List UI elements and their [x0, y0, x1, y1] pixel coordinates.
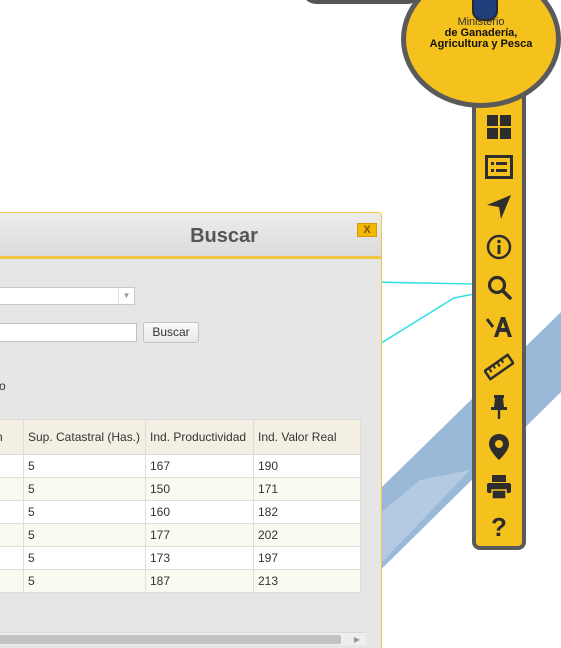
results-table: n Sup. Catastral (Has.) Ind. Productivid… — [0, 419, 361, 593]
info-button[interactable] — [476, 230, 522, 264]
table-cell: 5 — [23, 477, 146, 501]
text-annotation-icon — [485, 317, 512, 337]
help-button[interactable]: ? — [476, 510, 522, 544]
table-row[interactable]: 5 160 182 — [0, 500, 361, 524]
navigate-arrow-icon — [487, 195, 511, 219]
table-cell: 167 — [145, 454, 254, 478]
column-header[interactable]: Sup. Catastral (Has.) — [23, 419, 146, 455]
chevron-right-icon[interactable]: ▶ — [354, 633, 360, 646]
table-cell: 177 — [145, 523, 254, 547]
map-road-line — [369, 281, 475, 285]
search-submit-button[interactable]: Buscar — [143, 322, 199, 343]
table-cell: 5 — [23, 523, 146, 547]
map-road-line — [369, 293, 475, 351]
measure-button[interactable] — [476, 350, 522, 384]
navigate-button[interactable] — [476, 190, 522, 224]
table-cell — [0, 477, 24, 501]
table-row[interactable]: 5 187 213 — [0, 569, 361, 593]
horizontal-scrollbar[interactable]: ▶ — [0, 632, 366, 645]
list-button[interactable] — [476, 150, 522, 184]
table-cell — [0, 569, 24, 593]
ruler-icon — [484, 353, 514, 381]
column-header[interactable]: n — [0, 419, 24, 455]
text-tool-button[interactable] — [476, 310, 522, 344]
table-row[interactable]: 5 177 202 — [0, 523, 361, 547]
print-button[interactable] — [476, 470, 522, 504]
logo-line-3: Agricultura y Pesca — [429, 38, 533, 50]
table-row[interactable]: 5 167 190 — [0, 454, 361, 478]
search-input[interactable] — [0, 323, 137, 342]
list-icon — [485, 155, 513, 179]
search-dialog: Buscar X ▼ Buscar o n Sup. Catastral (Ha… — [0, 212, 382, 648]
top-bar-edge — [302, 0, 422, 4]
pin-icon — [491, 395, 507, 419]
table-cell: 202 — [253, 523, 361, 547]
table-cell: 150 — [145, 477, 254, 501]
table-cell: 171 — [253, 477, 361, 501]
table-cell: 187 — [145, 569, 254, 593]
table-cell: 213 — [253, 569, 361, 593]
dialog-header[interactable]: Buscar X — [0, 213, 381, 259]
column-header[interactable]: Ind. Valor Real — [253, 419, 361, 455]
option-label-fragment: o — [0, 379, 6, 393]
table-cell — [0, 546, 24, 570]
help-icon: ? — [491, 512, 507, 542]
close-button[interactable]: X — [357, 223, 377, 237]
table-cell — [0, 523, 24, 547]
table-row[interactable]: 5 150 171 — [0, 477, 361, 501]
pin-button[interactable] — [476, 390, 522, 424]
print-icon — [487, 475, 511, 500]
search-button[interactable] — [476, 270, 522, 304]
chevron-down-icon: ▼ — [118, 288, 134, 304]
table-cell: 197 — [253, 546, 361, 570]
table-cell — [0, 454, 24, 478]
table-cell: 173 — [145, 546, 254, 570]
info-icon — [486, 234, 512, 260]
table-cell: 5 — [23, 500, 146, 524]
grid-button[interactable] — [476, 110, 522, 144]
table-header-row: n Sup. Catastral (Has.) Ind. Productivid… — [0, 419, 361, 455]
table-row[interactable]: 5 173 197 — [0, 546, 361, 570]
grid-icon — [487, 115, 511, 139]
column-header[interactable]: Ind. Productividad — [145, 419, 254, 455]
table-cell: 160 — [145, 500, 254, 524]
scrollbar-thumb[interactable] — [0, 635, 341, 644]
location-button[interactable] — [476, 430, 522, 464]
search-select[interactable]: ▼ — [0, 287, 135, 305]
table-cell: 190 — [253, 454, 361, 478]
table-cell: 5 — [23, 546, 146, 570]
table-cell: 5 — [23, 454, 146, 478]
search-icon — [487, 275, 512, 300]
table-cell: 5 — [23, 569, 146, 593]
dialog-title: Buscar — [190, 225, 258, 247]
table-cell — [0, 500, 24, 524]
table-cell: 182 — [253, 500, 361, 524]
location-marker-icon — [489, 434, 509, 460]
